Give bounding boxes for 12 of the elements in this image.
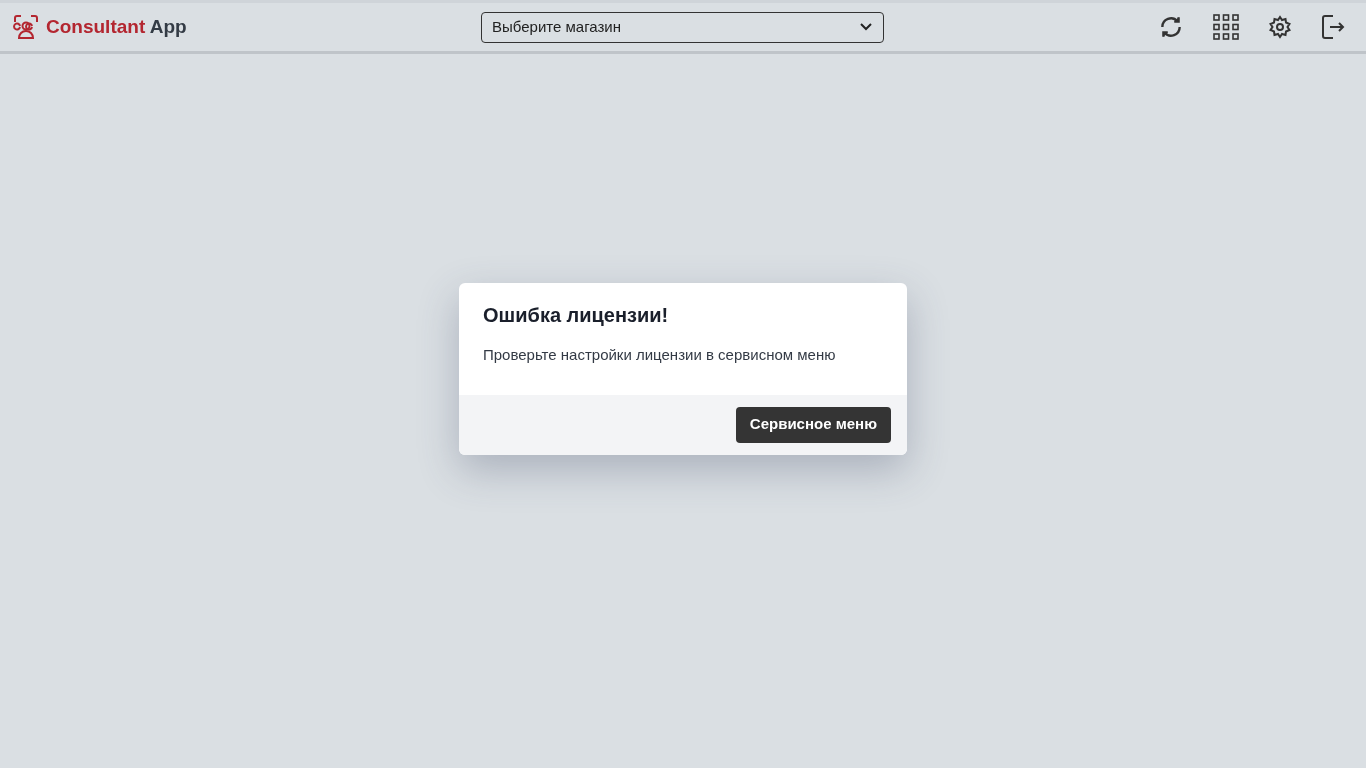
grid-icon[interactable] bbox=[1213, 14, 1239, 40]
refresh-icon[interactable] bbox=[1158, 14, 1184, 40]
store-select[interactable]: Выберите магазин bbox=[481, 11, 884, 43]
chevron-down-icon bbox=[859, 22, 873, 32]
dialog-message: Проверьте настройки лицензии в сервисном меню bbox=[483, 345, 837, 365]
people-icon bbox=[13, 14, 39, 40]
dialog-title: Ошибка лицензии! bbox=[483, 303, 670, 328]
app-name: Consultant bbox=[46, 15, 146, 37]
logout-icon[interactable] bbox=[1321, 14, 1345, 40]
app-name-suffix: App bbox=[149, 15, 187, 37]
service-menu-button[interactable]: Сервисное меню bbox=[735, 406, 891, 443]
settings-icon[interactable] bbox=[1268, 15, 1292, 39]
